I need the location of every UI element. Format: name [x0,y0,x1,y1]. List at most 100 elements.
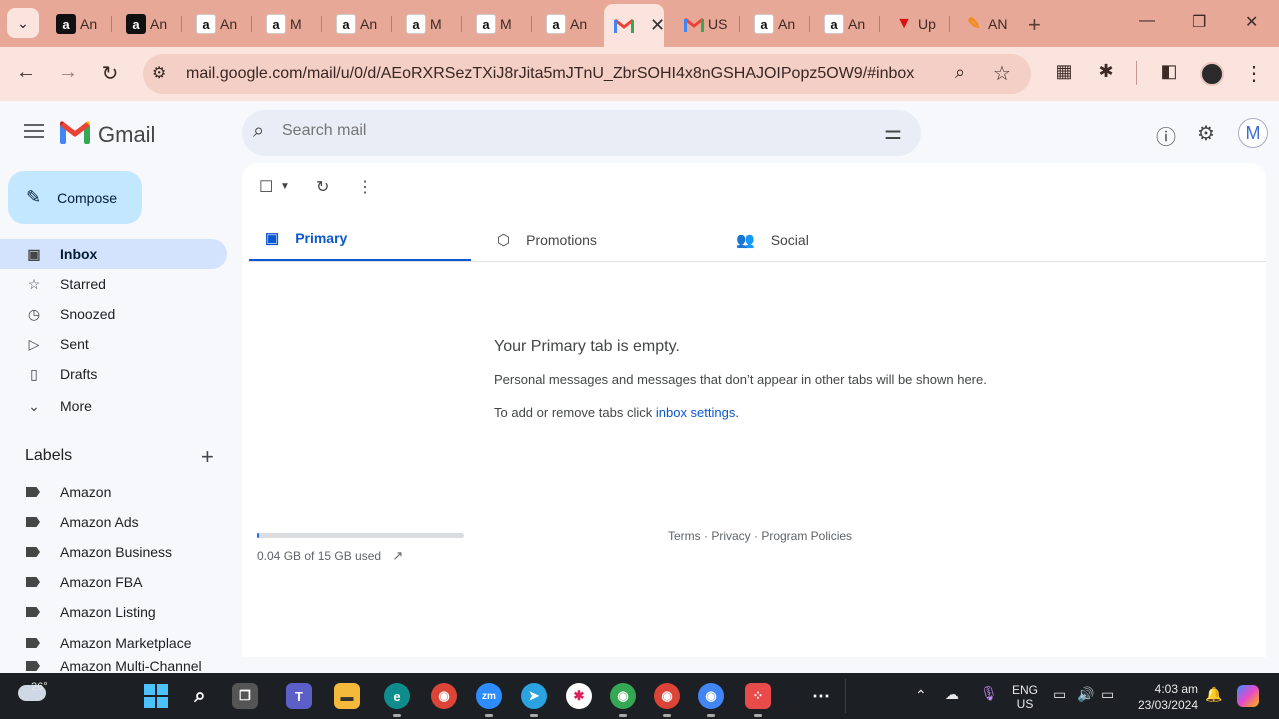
inbox-settings-link[interactable]: inbox settings [656,405,736,420]
chrome-profile-icon[interactable]: ◉ [610,683,636,709]
bookmark-star-icon[interactable]: ☆ [993,61,1011,86]
url-text[interactable]: mail.google.com/mail/u/0/d/AEoRXRSezTXiJ… [186,65,914,83]
tab-promotions[interactable]: ⬡ Promotions [481,217,710,262]
network-icon[interactable]: ▭ [1053,686,1066,703]
browser-tab[interactable]: ✎ AN [954,8,1020,40]
browser-tab[interactable]: aM [466,8,532,40]
search-bar[interactable]: ⌕ ⚌ [242,110,921,156]
refresh-icon[interactable]: ↻ [316,177,329,197]
browser-tab[interactable]: aM [396,8,462,40]
label-item[interactable]: Amazon Business [26,537,172,567]
asana-icon[interactable]: ⁘ [745,683,771,709]
labels-heading: Labels [25,447,73,464]
tab-primary[interactable]: ▣ Primary [249,217,471,262]
restore-button[interactable]: ❐ [1192,12,1206,32]
footer-links[interactable]: Terms · Privacy · Program Policies [668,529,852,543]
browser-tab[interactable]: US [674,8,740,40]
browser-tab[interactable]: aM [256,8,322,40]
clock[interactable]: 4:03 am 23/03/2024 [1134,681,1198,713]
battery-icon[interactable]: ▭ [1101,686,1114,703]
reload-button[interactable]: ↻ [97,61,123,86]
zoom-icon[interactable]: ⌕ [955,62,965,83]
profile-avatar-icon[interactable] [1200,62,1224,86]
account-avatar[interactable]: M [1238,118,1268,148]
sidebar-item-sent[interactable]: ▷ Sent [0,329,227,359]
qr-code-icon[interactable]: ▦ [1051,61,1077,82]
site-info-icon[interactable]: ⚙ [152,63,166,83]
teams-icon[interactable]: T [286,683,312,709]
gmail-logo[interactable]: Gmail [60,120,155,149]
chrome-profile-icon[interactable]: ◉ [654,683,680,709]
browser-tab[interactable]: a An [744,8,810,40]
settings-gear-icon[interactable]: ⚙ [1197,121,1215,146]
label-item[interactable]: Amazon Ads [26,507,139,537]
browser-tab[interactable]: a An [814,8,880,40]
browser-tab[interactable]: ▼ Up [884,8,950,40]
label-item[interactable]: Amazon [26,477,111,507]
create-label-button[interactable]: + [201,444,214,470]
select-dropdown-icon[interactable]: ▼ [280,181,290,192]
weather-temp[interactable]: 26° [31,681,48,693]
extensions-icon[interactable]: ✱ [1093,61,1119,82]
label-item[interactable]: Amazon FBA [26,567,142,597]
volume-icon[interactable]: 🔊 [1077,686,1094,703]
sidebar-item-snoozed[interactable]: ◷ Snoozed [0,299,227,329]
main-menu-button[interactable] [24,124,44,140]
browser-tab[interactable]: a An [116,8,182,40]
search-input[interactable] [282,122,842,140]
help-icon[interactable]: ⓘ [1156,121,1176,150]
taskbar-divider [845,679,846,713]
search-options-icon[interactable]: ⚌ [884,120,902,145]
back-button[interactable]: ← [13,61,39,84]
select-checkbox[interactable]: ☐ [259,177,273,197]
more-options-icon[interactable]: ⋮ [357,177,373,197]
task-view-icon[interactable]: ❐ [232,683,258,709]
close-window-button[interactable]: ✕ [1245,12,1258,32]
slack-icon[interactable]: ✱ [566,683,592,709]
label-item[interactable]: Amazon Multi-Channel [26,658,202,673]
chrome-icon[interactable]: ◉ [431,683,457,709]
zoom-app-icon[interactable]: zm [476,683,502,709]
external-link-icon[interactable]: ↗ [392,548,403,563]
empty-state-title: Your Primary tab is empty. [494,338,680,355]
forward-button[interactable]: → [55,61,81,84]
pen-icon: ✎ [967,16,981,33]
language-indicator[interactable]: ENG US [1012,683,1038,711]
telegram-icon[interactable]: ➤ [521,683,547,709]
tab-social[interactable]: 👥 Social [720,217,950,262]
sidebar-item-starred[interactable]: ☆ Starred [0,269,227,299]
browser-tab[interactable]: a An [536,8,602,40]
browser-tab[interactable]: a An [326,8,392,40]
browser-tab[interactable]: a An [186,8,252,40]
notifications-bell-icon[interactable]: 🔔 [1205,686,1222,703]
minimize-button[interactable]: — [1139,12,1155,30]
sidebar-item-inbox[interactable]: ▣ Inbox [0,239,227,269]
address-bar[interactable]: ⚙ mail.google.com/mail/u/0/d/AEoRXRSezTX… [143,54,1031,94]
chevron-up-icon[interactable]: ⌃ [915,687,927,704]
side-panel-icon[interactable]: ◧ [1156,61,1182,82]
chevron-down-icon: ⌄ [17,14,29,31]
search-icon[interactable]: ⌕ [253,120,264,143]
search-icon[interactable]: ⌕ [187,683,213,709]
microphone-icon[interactable]: 🎙 [980,685,998,702]
browser-tab[interactable]: a An [46,8,112,40]
windows-start-icon[interactable] [143,683,169,709]
label-item[interactable]: Amazon Listing [26,597,156,627]
compose-button[interactable]: ✎ Compose [8,171,142,224]
file-explorer-icon[interactable]: ▬ [334,683,360,709]
more-apps-icon[interactable]: ⋯ [808,683,834,709]
label-item[interactable]: Amazon Marketplace [26,628,192,658]
edge-icon[interactable]: e [384,683,410,709]
onedrive-icon[interactable]: ☁ [945,686,959,703]
tab-search-button[interactable]: ⌄ [7,8,39,38]
browser-tab-active[interactable]: ✕ [604,4,664,47]
copilot-icon[interactable] [1237,685,1259,707]
close-tab-icon[interactable]: ✕ [650,15,664,36]
sidebar-item-more[interactable]: ⌄ More [0,391,227,421]
storage-usage[interactable]: 0.04 GB of 15 GB used ↗ [257,548,403,564]
new-tab-button[interactable]: + [1028,12,1041,38]
chrome-profile-icon[interactable]: ◉ [698,683,724,709]
menu-kebab-icon[interactable]: ⋮ [1241,61,1267,86]
inbox-icon: ▣ [27,245,41,262]
sidebar-item-drafts[interactable]: ▯ Drafts [0,359,227,389]
